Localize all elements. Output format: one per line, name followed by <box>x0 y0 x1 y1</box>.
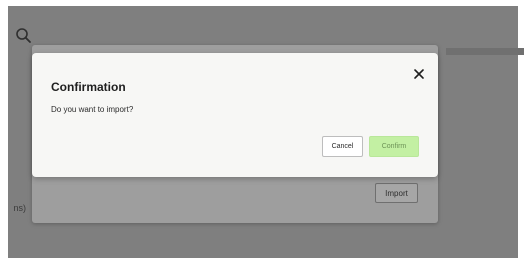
background-strip <box>446 48 524 55</box>
confirm-button[interactable]: Confirm <box>369 136 419 157</box>
search-icon <box>16 28 31 43</box>
background-left-text: ns) <box>13 203 26 213</box>
dialog-title: Confirmation <box>51 80 126 94</box>
cancel-button[interactable]: Cancel <box>322 136 363 157</box>
confirmation-dialog: Confirmation Do you want to import? Canc… <box>32 53 438 177</box>
import-button[interactable]: Import <box>375 183 418 203</box>
dialog-message: Do you want to import? <box>51 105 134 114</box>
close-icon[interactable] <box>413 68 425 80</box>
